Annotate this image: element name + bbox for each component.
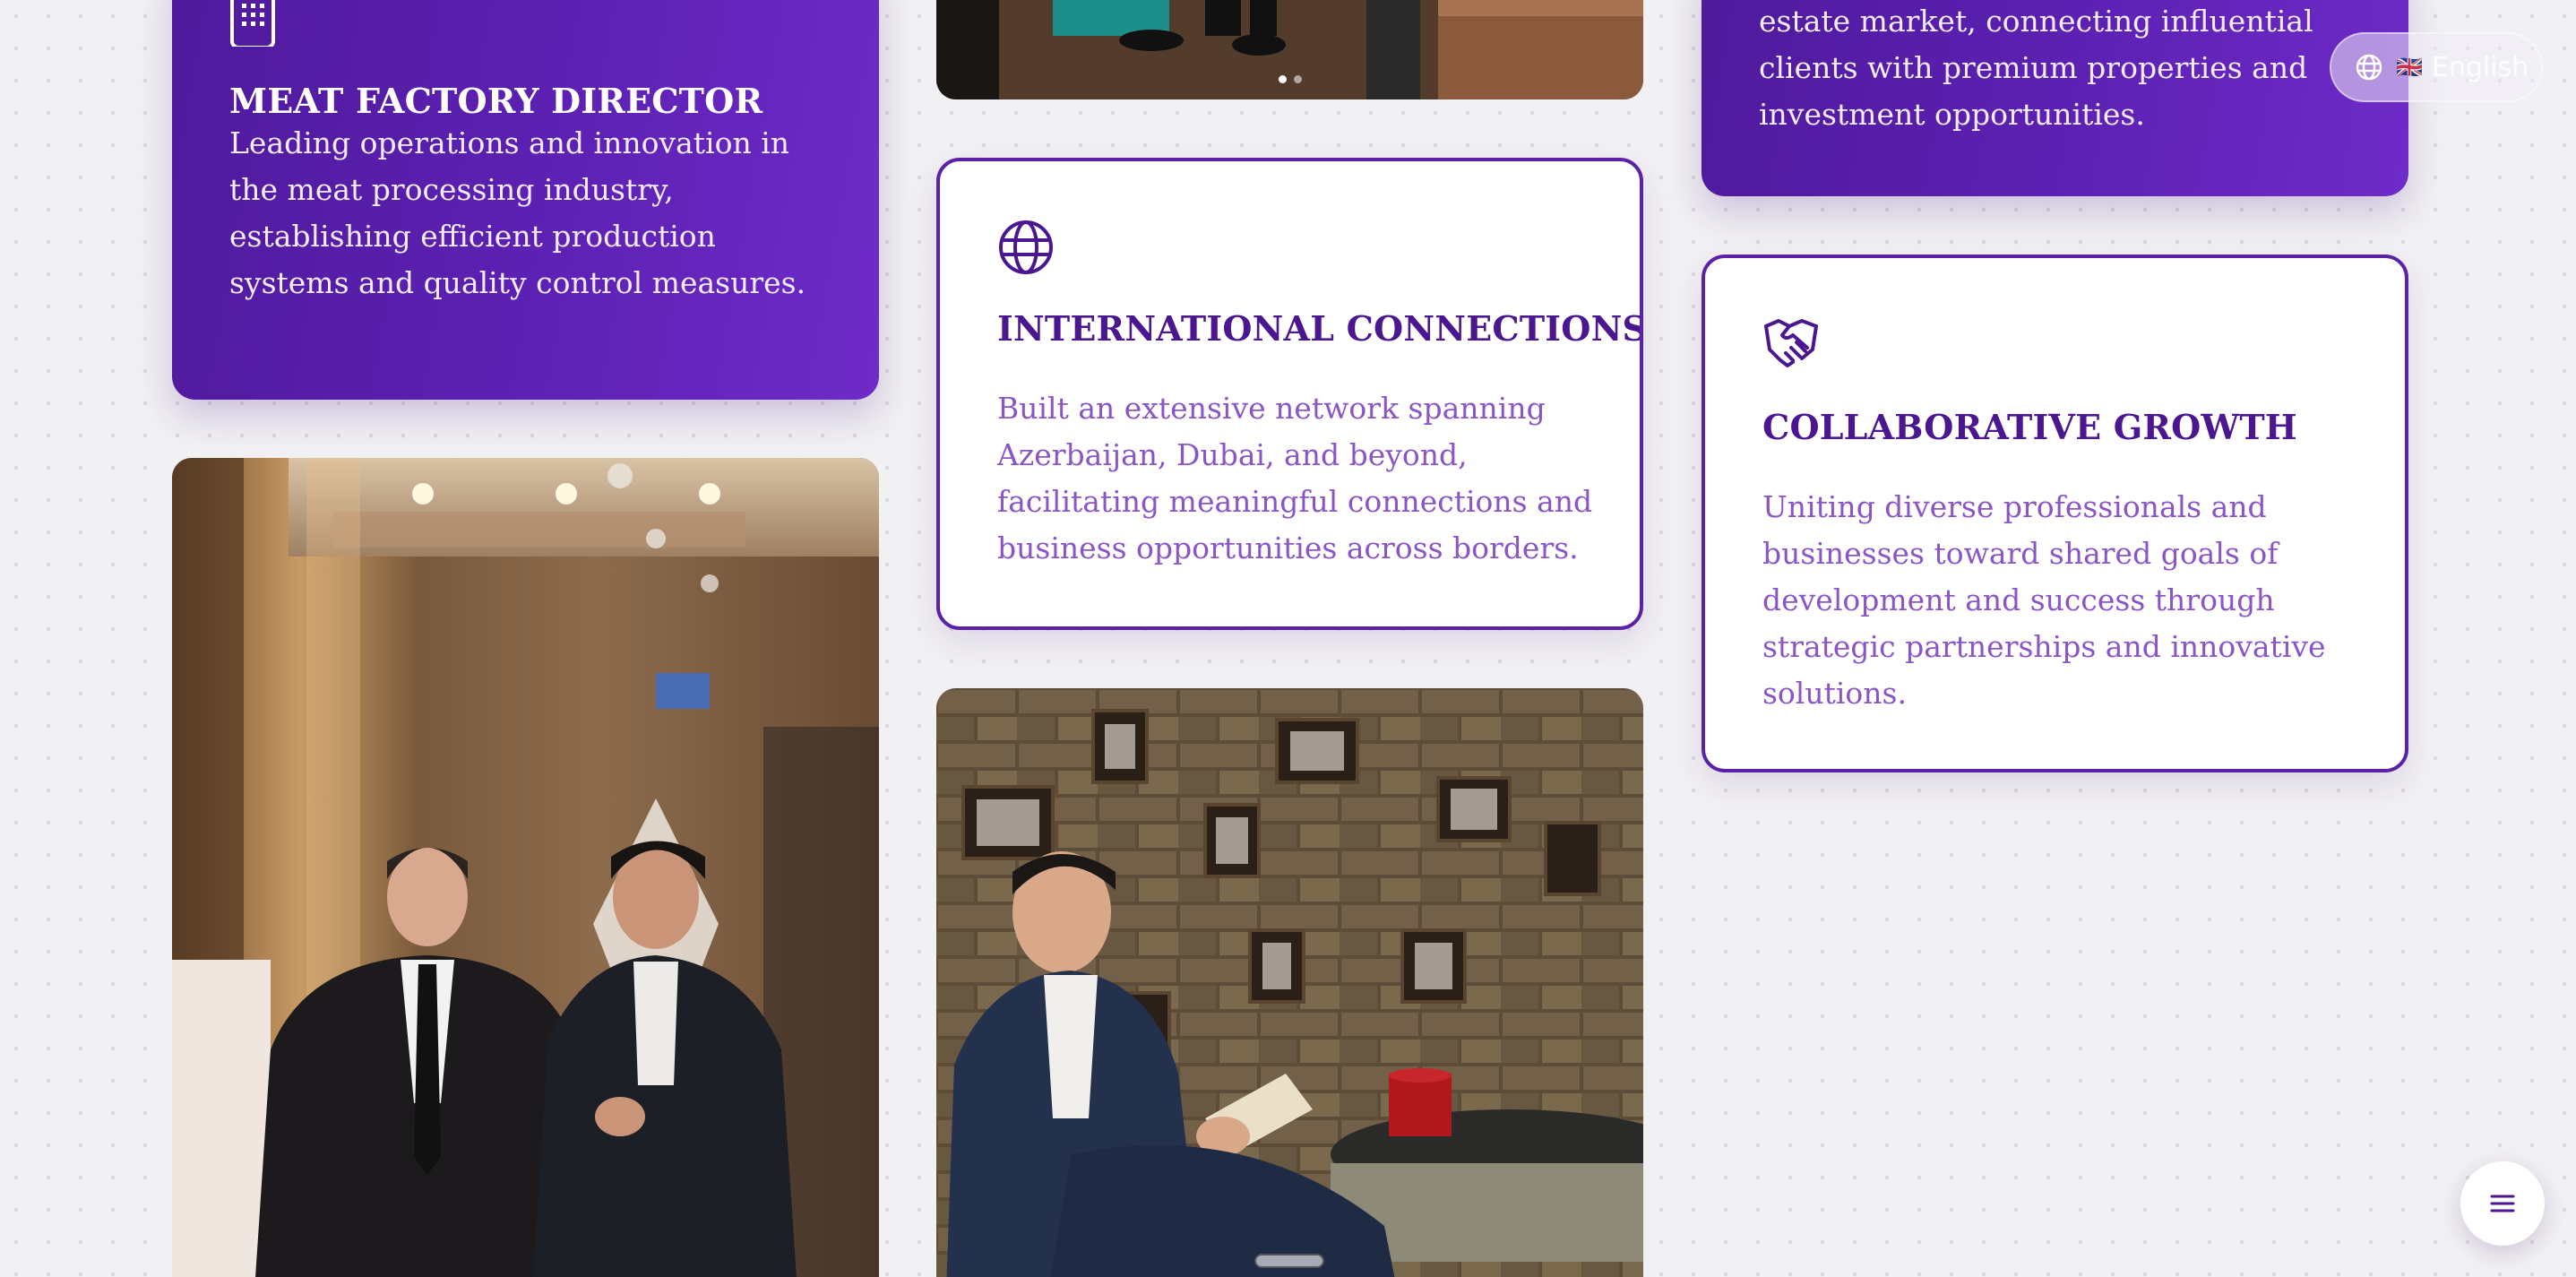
language-switcher[interactable]: 🇬🇧 English [2330,32,2543,102]
card-title: INTERNATIONAL CONNECTIONS [997,308,1643,349]
reading-man-photo [936,688,1643,1277]
card-description: estate market, connecting influential cl… [1759,4,2313,132]
handshake-icon [1764,319,1818,367]
carousel-dots [936,75,1643,83]
card-description: Uniting diverse professionals and busine… [1762,489,2326,711]
card-description: Leading operations and innovation in the… [229,125,806,300]
card-description: Built an extensive network spanning Azer… [997,391,1593,565]
networking-event-photo [172,458,879,1277]
carousel-image[interactable] [936,0,1643,99]
meat-factory-card: MEAT FACTORY DIRECTOR Leading operations… [172,0,879,400]
menu-button[interactable] [2460,1161,2545,1246]
language-label: English [2431,51,2529,83]
flag-icon: 🇬🇧 [2396,55,2423,80]
globe-icon [2356,54,2382,81]
building-icon [230,0,275,47]
real-estate-card: estate market, connecting influential cl… [1702,0,2408,196]
collaborative-growth-card: COLLABORATIVE GROWTH Uniting diverse pro… [1702,255,2408,772]
globe-icon [999,220,1053,274]
card-title: MEAT FACTORY DIRECTOR [229,81,763,121]
international-connections-card: INTERNATIONAL CONNECTIONS Built an exten… [936,158,1643,630]
menu-icon [2490,1195,2515,1212]
home-indicator [1254,1254,1324,1268]
carousel-dot[interactable] [1293,75,1302,83]
carousel-dot-active[interactable] [1278,75,1287,83]
card-title: COLLABORATIVE GROWTH [1762,407,2297,447]
